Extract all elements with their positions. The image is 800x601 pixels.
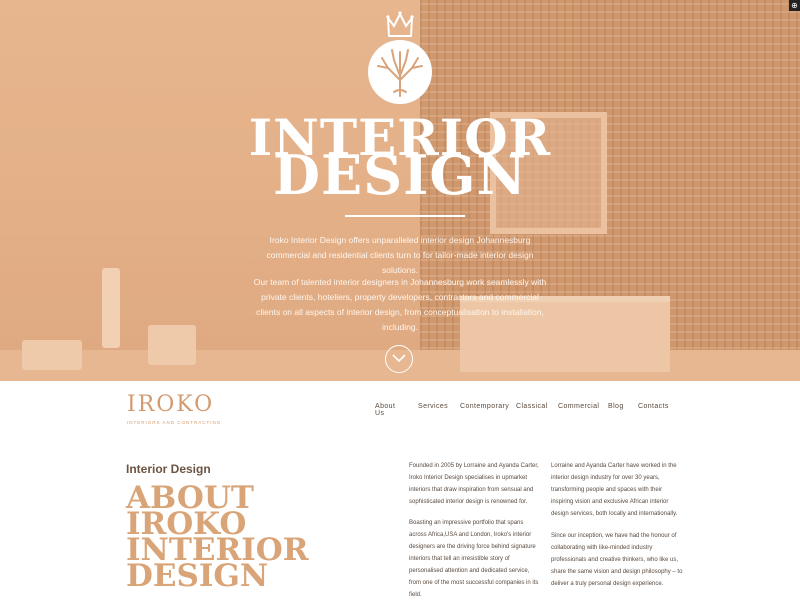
corner-toggle-icon[interactable]: ⊕ bbox=[789, 0, 800, 11]
hero-title-line2: DESIGN bbox=[273, 143, 527, 207]
about-column-2-paragraph-1: Lorraine and Ayanda Carter have worked i… bbox=[551, 463, 678, 517]
about-column-1-paragraph-2: Boasting an impressive portfolio that sp… bbox=[409, 520, 539, 598]
nav-item-services[interactable]: Services bbox=[418, 403, 448, 410]
about-subtitle: Interior Design bbox=[126, 462, 211, 476]
chevron-down-icon bbox=[392, 354, 406, 363]
nav-item-classical[interactable]: Classical bbox=[516, 403, 548, 410]
nav-item-blog[interactable]: Blog bbox=[608, 403, 624, 410]
about-title-line: DESIGN bbox=[126, 558, 269, 594]
hero-paragraph-2: Our team of talented interior designers … bbox=[253, 277, 547, 332]
logo-tagline: INTERIORS AND CONTRACTING bbox=[127, 420, 222, 425]
hero-section: INTERIOR DESIGN Iroko Interior Design of… bbox=[0, 0, 800, 381]
nav-item-commercial[interactable]: Commercial bbox=[558, 403, 599, 410]
scroll-down-button[interactable] bbox=[385, 345, 413, 373]
crown-icon bbox=[386, 11, 414, 37]
hero-paragraph-1: Iroko Interior Design offers unparallele… bbox=[266, 235, 534, 275]
hero-content: INTERIOR DESIGN Iroko Interior Design of… bbox=[0, 0, 800, 381]
about-column-2-paragraph-2: Since our inception, we have had the hon… bbox=[551, 533, 683, 587]
logo-text: IROKO bbox=[127, 392, 215, 417]
nav-item-about-us[interactable]: About Us bbox=[375, 403, 395, 417]
nav-item-contacts[interactable]: Contacts bbox=[638, 403, 669, 410]
hero-divider bbox=[345, 215, 465, 217]
tree-icon bbox=[368, 40, 432, 104]
logo[interactable]: IROKO INTERIORS AND CONTRACTING bbox=[127, 392, 220, 425]
nav-item-contemporary[interactable]: Contemporary bbox=[460, 403, 509, 410]
about-column-1-paragraph-1: Founded in 2005 by Lorraine and Ayanda C… bbox=[409, 463, 539, 505]
